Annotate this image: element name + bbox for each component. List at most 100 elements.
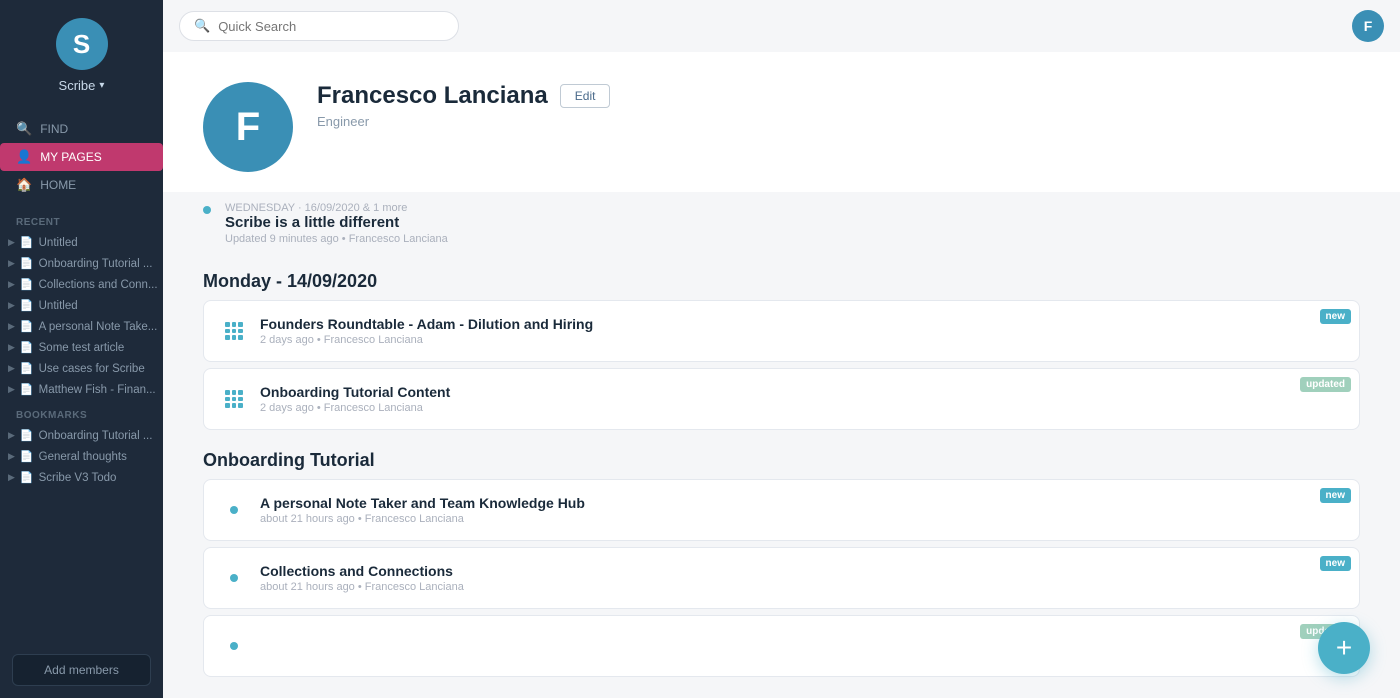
card-text-onboarding: Onboarding Tutorial Content 2 days ago •… bbox=[260, 384, 1345, 414]
sidebar-item-find[interactable]: 🔍 FIND bbox=[0, 115, 163, 143]
search-icon: 🔍 bbox=[194, 18, 210, 34]
bookmark-item-label-1: General thoughts bbox=[39, 451, 127, 463]
arrow-icon: ▶ bbox=[8, 321, 15, 332]
dot-icon bbox=[230, 574, 238, 582]
recent-item-7[interactable]: ▶ 📄 Matthew Fish - Finan... bbox=[0, 379, 163, 400]
card-onboarding-tutorial[interactable]: Onboarding Tutorial Content 2 days ago •… bbox=[203, 368, 1360, 430]
activity-content: WEDNESDAY · 16/09/2020 & 1 more Scribe i… bbox=[225, 202, 1360, 245]
sidebar-item-home[interactable]: 🏠 HOME bbox=[0, 171, 163, 199]
doc-icon: 📄 bbox=[20, 278, 34, 291]
card-personal-note[interactable]: A personal Note Taker and Team Knowledge… bbox=[203, 479, 1360, 541]
arrow-icon: ▶ bbox=[8, 451, 15, 462]
bookmark-item-0[interactable]: ▶ 📄 Onboarding Tutorial ... bbox=[0, 425, 163, 446]
doc-icon: 📄 bbox=[20, 450, 34, 463]
card-title-personal-note: A personal Note Taker and Team Knowledge… bbox=[260, 495, 1345, 511]
card-meta-founders: 2 days ago • Francesco Lanciana bbox=[260, 334, 1345, 346]
recent-item-1[interactable]: ▶ 📄 Onboarding Tutorial ... bbox=[0, 253, 163, 274]
recent-item-label-0: Untitled bbox=[39, 237, 78, 249]
activity-day-label: WEDNESDAY · 16/09/2020 & 1 more bbox=[225, 202, 1360, 214]
doc-icon: 📄 bbox=[20, 299, 34, 312]
grid-icon bbox=[225, 390, 243, 408]
bookmark-item-label-0: Onboarding Tutorial ... bbox=[39, 430, 153, 442]
recent-item-3[interactable]: ▶ 📄 Untitled bbox=[0, 295, 163, 316]
search-input[interactable] bbox=[218, 19, 444, 34]
card-third[interactable]: updated bbox=[203, 615, 1360, 677]
recent-item-label-2: Collections and Conn... bbox=[39, 279, 158, 291]
find-icon: 🔍 bbox=[16, 121, 32, 137]
recent-item-5[interactable]: ▶ 📄 Some test article bbox=[0, 337, 163, 358]
card-title-onboarding: Onboarding Tutorial Content bbox=[260, 384, 1345, 400]
card-meta-personal-note: about 21 hours ago • Francesco Lanciana bbox=[260, 513, 1345, 525]
recent-item-4[interactable]: ▶ 📄 A personal Note Take... bbox=[0, 316, 163, 337]
card-meta-collections: about 21 hours ago • Francesco Lanciana bbox=[260, 581, 1345, 593]
card-text-collections: Collections and Connections about 21 hou… bbox=[260, 563, 1345, 593]
recent-section-label: RECENT bbox=[0, 207, 163, 232]
doc-icon: 📄 bbox=[20, 383, 34, 396]
arrow-icon: ▶ bbox=[8, 258, 15, 269]
my-pages-icon: 👤 bbox=[16, 149, 32, 165]
card-icon-founders bbox=[218, 315, 250, 347]
sidebar-item-my-pages-label: MY PAGES bbox=[40, 150, 102, 164]
sidebar: S Scribe ▾ 🔍 FIND 👤 MY PAGES 🏠 HOME RECE… bbox=[0, 0, 163, 698]
home-icon: 🏠 bbox=[16, 177, 32, 193]
chevron-down-icon: ▾ bbox=[99, 80, 104, 91]
card-meta-onboarding: 2 days ago • Francesco Lanciana bbox=[260, 402, 1345, 414]
sidebar-item-my-pages[interactable]: 👤 MY PAGES bbox=[0, 143, 163, 171]
fab-button[interactable]: + bbox=[1318, 622, 1370, 674]
profile-role: Engineer bbox=[317, 114, 610, 129]
arrow-icon: ▶ bbox=[8, 237, 15, 248]
arrow-icon: ▶ bbox=[8, 472, 15, 483]
recent-item-2[interactable]: ▶ 📄 Collections and Conn... bbox=[0, 274, 163, 295]
doc-icon: 📄 bbox=[20, 257, 34, 270]
card-badge-collections: new bbox=[1320, 556, 1351, 571]
card-founders[interactable]: Founders Roundtable - Adam - Dilution an… bbox=[203, 300, 1360, 362]
main-content: 🔍 F F Francesco Lanciana Edit Engineer W… bbox=[163, 0, 1400, 698]
profile-avatar: F bbox=[203, 82, 293, 172]
edit-profile-button[interactable]: Edit bbox=[560, 84, 611, 108]
section-monday-title: Monday - 14/09/2020 bbox=[203, 271, 1360, 292]
workspace-name-label: Scribe bbox=[59, 78, 96, 93]
add-members-button[interactable]: Add members bbox=[12, 654, 151, 686]
doc-icon: 📄 bbox=[20, 341, 34, 354]
activity-title[interactable]: Scribe is a little different bbox=[225, 214, 1360, 231]
card-badge-founders: new bbox=[1320, 309, 1351, 324]
section-monday: Monday - 14/09/2020 Founders Roundtable … bbox=[203, 271, 1360, 430]
activity-wednesday: WEDNESDAY · 16/09/2020 & 1 more Scribe i… bbox=[203, 192, 1360, 255]
bookmark-item-label-2: Scribe V3 Todo bbox=[39, 472, 117, 484]
recent-item-6[interactable]: ▶ 📄 Use cases for Scribe bbox=[0, 358, 163, 379]
card-icon-onboarding bbox=[218, 383, 250, 415]
profile-area: F Francesco Lanciana Edit Engineer bbox=[163, 52, 1400, 192]
card-icon-personal-note bbox=[218, 494, 250, 526]
workspace-name-toggle[interactable]: Scribe ▾ bbox=[59, 78, 105, 93]
arrow-icon: ▶ bbox=[8, 430, 15, 441]
search-bar[interactable]: 🔍 bbox=[179, 11, 459, 41]
arrow-icon: ▶ bbox=[8, 384, 15, 395]
card-badge-personal-note: new bbox=[1320, 488, 1351, 503]
card-title-collections: Collections and Connections bbox=[260, 563, 1345, 579]
grid-icon bbox=[225, 322, 243, 340]
workspace-avatar: S bbox=[56, 18, 108, 70]
bookmark-item-1[interactable]: ▶ 📄 General thoughts bbox=[0, 446, 163, 467]
header-user-avatar[interactable]: F bbox=[1352, 10, 1384, 42]
doc-icon: 📄 bbox=[20, 320, 34, 333]
feed-area: WEDNESDAY · 16/09/2020 & 1 more Scribe i… bbox=[163, 192, 1400, 698]
activity-dot bbox=[203, 206, 211, 214]
bookmarks-section-label: BOOKMARKS bbox=[0, 400, 163, 425]
card-collections[interactable]: Collections and Connections about 21 hou… bbox=[203, 547, 1360, 609]
recent-item-label-6: Use cases for Scribe bbox=[39, 363, 145, 375]
recent-item-0[interactable]: ▶ 📄 Untitled bbox=[0, 232, 163, 253]
arrow-icon: ▶ bbox=[8, 363, 15, 374]
doc-icon: 📄 bbox=[20, 362, 34, 375]
section-onboarding: Onboarding Tutorial A personal Note Take… bbox=[203, 450, 1360, 677]
bookmark-item-2[interactable]: ▶ 📄 Scribe V3 Todo bbox=[0, 467, 163, 488]
card-text-personal-note: A personal Note Taker and Team Knowledge… bbox=[260, 495, 1345, 525]
recent-item-label-5: Some test article bbox=[39, 342, 125, 354]
doc-icon: 📄 bbox=[20, 429, 34, 442]
arrow-icon: ▶ bbox=[8, 279, 15, 290]
dot-icon bbox=[230, 642, 238, 650]
card-icon-third bbox=[218, 630, 250, 662]
sidebar-nav: 🔍 FIND 👤 MY PAGES 🏠 HOME bbox=[0, 107, 163, 207]
main-header: 🔍 F bbox=[163, 0, 1400, 52]
activity-meta: Updated 9 minutes ago • Francesco Lancia… bbox=[225, 233, 1360, 245]
sidebar-item-home-label: HOME bbox=[40, 178, 76, 192]
